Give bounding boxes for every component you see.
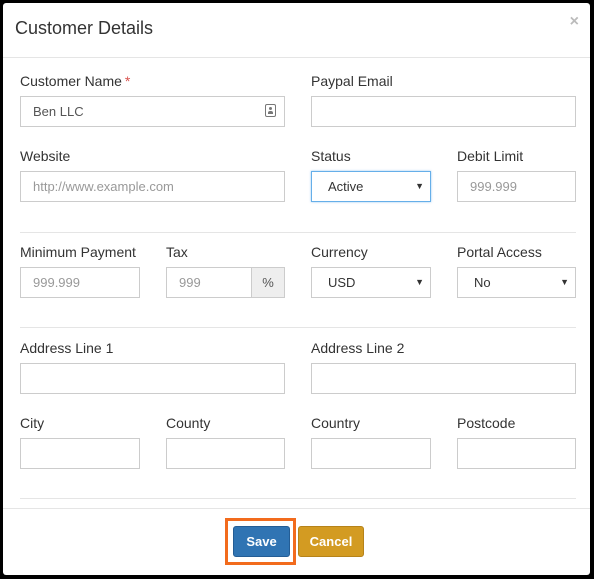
postcode-label: Postcode <box>457 415 516 431</box>
status-select[interactable]: Active ▼ <box>311 171 431 202</box>
section-divider <box>20 498 576 499</box>
currency-select-value: USD <box>328 275 356 290</box>
portal-access-select[interactable]: No ▼ <box>457 267 576 298</box>
section-divider <box>20 327 576 328</box>
portal-access-label: Portal Access <box>457 244 542 260</box>
chevron-down-icon: ▼ <box>415 181 424 191</box>
address-line-2-label: Address Line 2 <box>311 340 405 356</box>
county-input[interactable] <box>166 438 285 469</box>
city-input[interactable] <box>20 438 140 469</box>
modal-footer <box>3 508 590 575</box>
customer-name-label: Customer Name * <box>20 73 130 89</box>
tax-input[interactable]: 999 <box>166 267 252 298</box>
section-divider <box>20 232 576 233</box>
modal-header: Customer Details × <box>3 3 590 58</box>
customer-name-label-text: Customer Name <box>20 73 122 89</box>
website-input[interactable]: http://www.example.com <box>20 171 285 202</box>
portal-access-select-value: No <box>474 275 491 290</box>
customer-details-modal: Customer Details × Customer Name * Ben LL… <box>3 3 590 575</box>
paypal-email-input[interactable] <box>311 96 576 127</box>
cancel-button[interactable]: Cancel <box>298 526 364 557</box>
minimum-payment-label: Minimum Payment <box>20 244 136 260</box>
close-icon[interactable]: × <box>570 14 579 30</box>
debit-limit-input[interactable]: 999.999 <box>457 171 576 202</box>
currency-label: Currency <box>311 244 368 260</box>
website-label: Website <box>20 148 71 164</box>
required-mark: * <box>124 73 131 89</box>
currency-select[interactable]: USD ▼ <box>311 267 431 298</box>
status-label: Status <box>311 148 351 164</box>
modal-title: Customer Details <box>15 18 154 38</box>
save-button[interactable]: Save <box>233 526 290 557</box>
address-line-2-input[interactable] <box>311 363 576 394</box>
city-label: City <box>20 415 45 431</box>
country-input[interactable] <box>311 438 431 469</box>
address-line-1-label: Address Line 1 <box>20 340 114 356</box>
contact-card-icon[interactable] <box>265 104 276 117</box>
minimum-payment-input[interactable]: 999.999 <box>20 267 140 298</box>
postcode-input[interactable] <box>457 438 576 469</box>
chevron-down-icon: ▼ <box>560 277 569 287</box>
chevron-down-icon: ▼ <box>415 277 424 287</box>
status-select-value: Active <box>328 179 364 194</box>
county-label: County <box>166 415 211 431</box>
paypal-email-label: Paypal Email <box>311 73 393 89</box>
tax-label: Tax <box>166 244 188 260</box>
address-line-1-input[interactable] <box>20 363 285 394</box>
customer-name-input[interactable]: Ben LLC <box>20 96 285 127</box>
percent-addon: % <box>251 267 285 298</box>
country-label: Country <box>311 415 361 431</box>
debit-limit-label: Debit Limit <box>457 148 524 164</box>
